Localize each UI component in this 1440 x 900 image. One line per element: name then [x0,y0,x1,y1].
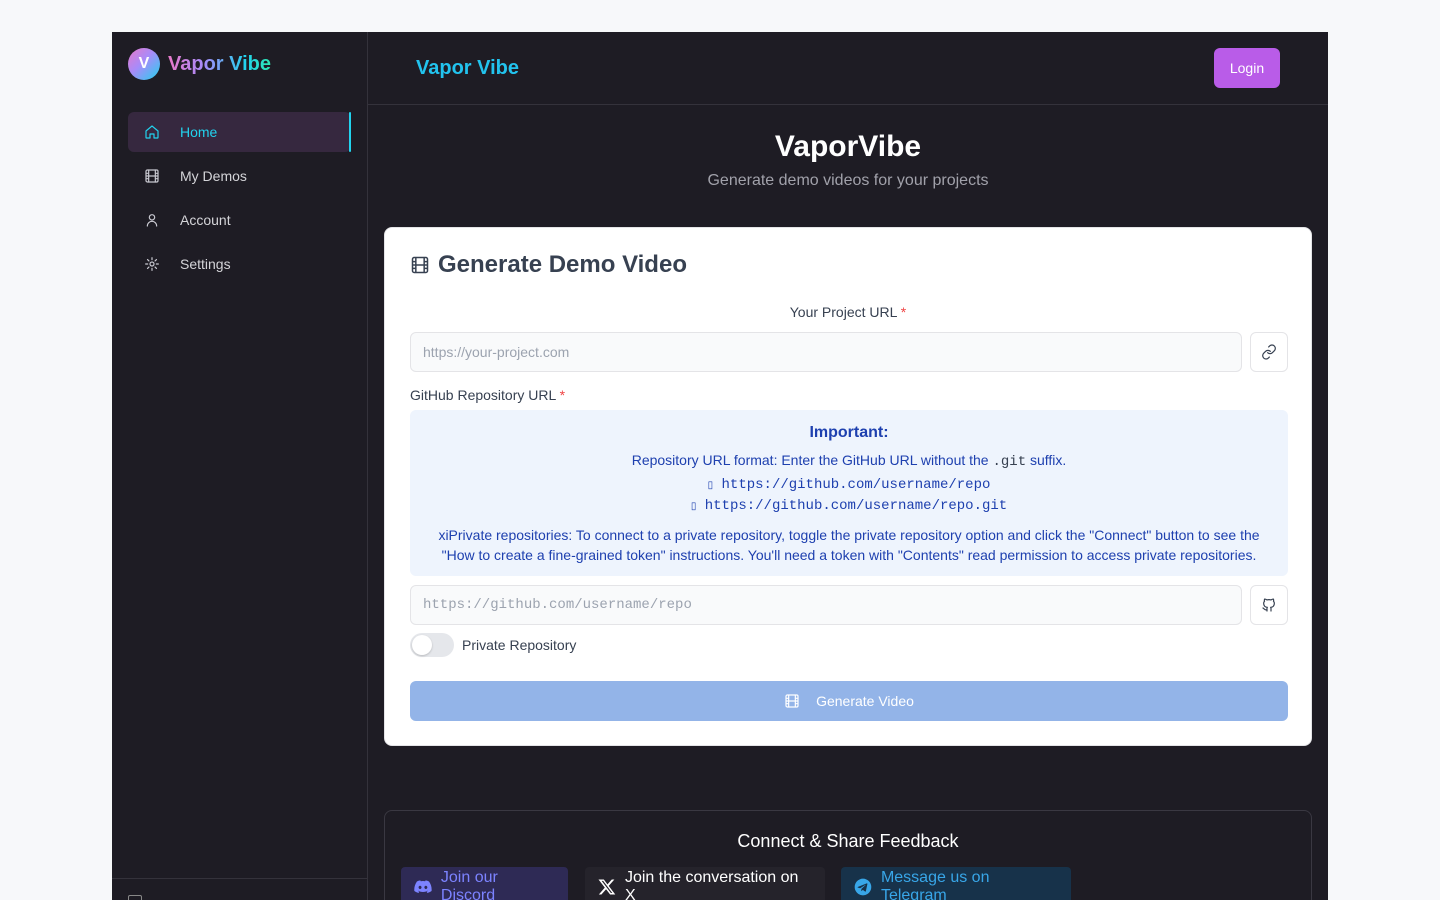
feedback-title: Connect & Share Feedback [737,831,959,851]
login-button[interactable]: Login [1214,48,1280,88]
important-info-box: Important: Repository URL format: Enter … [410,410,1288,576]
project-url-label: Your Project URL * [385,304,1311,320]
info-format-line: Repository URL format: Enter the GitHub … [410,452,1288,470]
bad-example: ▯ https://github.com/username/repo.git [410,498,1288,514]
sidebar-item-label: Account [180,212,231,228]
x-label: Join the conversation on X [624,869,799,900]
sidebar-item-label: Home [180,124,218,140]
info-format-suffix: suffix. [1029,452,1067,468]
card-title-text: Generate Demo Video [438,251,687,278]
film-icon [145,169,159,183]
info-format-prefix: Repository URL format: Enter the GitHub … [631,452,989,468]
feedback-section: Connect & Share Feedback Join our Discor… [384,810,1312,900]
sidebar: V Vapor Vibe Home My Demos Account Setti… [112,32,368,900]
card-title: Generate Demo Video [410,250,687,280]
discord-label: Join our Discord [440,869,498,900]
telegram-label: Message us on Telegram [880,869,990,900]
private-repo-label: Private Repository [462,637,577,653]
collapse-icon[interactable] [128,895,142,900]
sidebar-footer [112,878,367,900]
top-header: Vapor Vibe Login [368,32,1328,105]
github-url-label: GitHub Repository URL * [410,387,565,403]
private-repo-note: xiPrivate repositories: To connect to a … [438,527,1260,563]
sidebar-item-label: Settings [180,256,231,272]
sidebar-item-settings[interactable]: Settings [128,244,351,284]
github-icon [1262,598,1275,612]
project-url-placeholder: https://your-project.com [423,344,570,360]
gear-icon [145,257,159,271]
telegram-icon [854,878,872,896]
film-icon [411,256,429,274]
brand-name: Vapor Vibe [168,52,272,75]
project-url-input[interactable]: https://your-project.com [410,332,1242,372]
link-button[interactable] [1250,332,1288,372]
github-url-label-text: GitHub Repository URL [410,387,556,403]
good-example: ▯ https://github.com/username/repo [410,477,1288,493]
good-example-url: https://github.com/username/repo [721,477,991,493]
sidebar-nav: Home My Demos Account Settings [128,112,351,288]
private-repo-toggle[interactable] [410,633,454,657]
sidebar-item-account[interactable]: Account [128,200,351,240]
bad-example-url: https://github.com/username/repo.git [704,498,1008,514]
toggle-knob [412,635,432,655]
app-window: V Vapor Vibe Home My Demos Account Setti… [112,32,1328,900]
required-mark: * [559,387,566,403]
connect-github-button[interactable] [1250,585,1288,625]
header-title[interactable]: Vapor Vibe [416,57,519,80]
sidebar-item-home[interactable]: Home [128,112,351,152]
telegram-link[interactable]: Message us on Telegram [841,867,1071,900]
info-format-code: .git [992,454,1027,470]
brand-logo: V [128,48,160,80]
film-icon [785,694,799,708]
sidebar-item-my-demos[interactable]: My Demos [128,156,351,196]
check-icon: ▯ [707,480,714,491]
brand[interactable]: V Vapor Vibe [128,48,271,80]
generate-form-card: Generate Demo Video Your Project URL * h… [384,227,1312,746]
generate-video-button[interactable]: Generate Video [410,681,1288,721]
user-icon [146,214,158,227]
page-subtitle: Generate demo videos for your projects [707,172,989,189]
required-mark: * [900,304,907,320]
main-content: VaporVibe Generate demo videos for your … [368,105,1328,900]
project-url-label-text: Your Project URL [789,304,897,320]
home-icon [145,125,159,139]
info-title: Important: [809,424,889,441]
github-url-placeholder: https://github.com/username/repo [423,597,692,613]
discord-link[interactable]: Join our Discord [401,867,568,900]
generate-video-label: Generate Video [816,693,914,709]
github-url-input[interactable]: https://github.com/username/repo [410,585,1242,625]
discord-icon [414,880,432,894]
sidebar-item-label: My Demos [180,168,247,184]
x-logo-icon [598,879,616,895]
link-icon [1262,344,1276,360]
page-title: VaporVibe [774,130,922,163]
cross-icon: ▯ [690,501,697,512]
x-link[interactable]: Join the conversation on X [585,867,825,900]
